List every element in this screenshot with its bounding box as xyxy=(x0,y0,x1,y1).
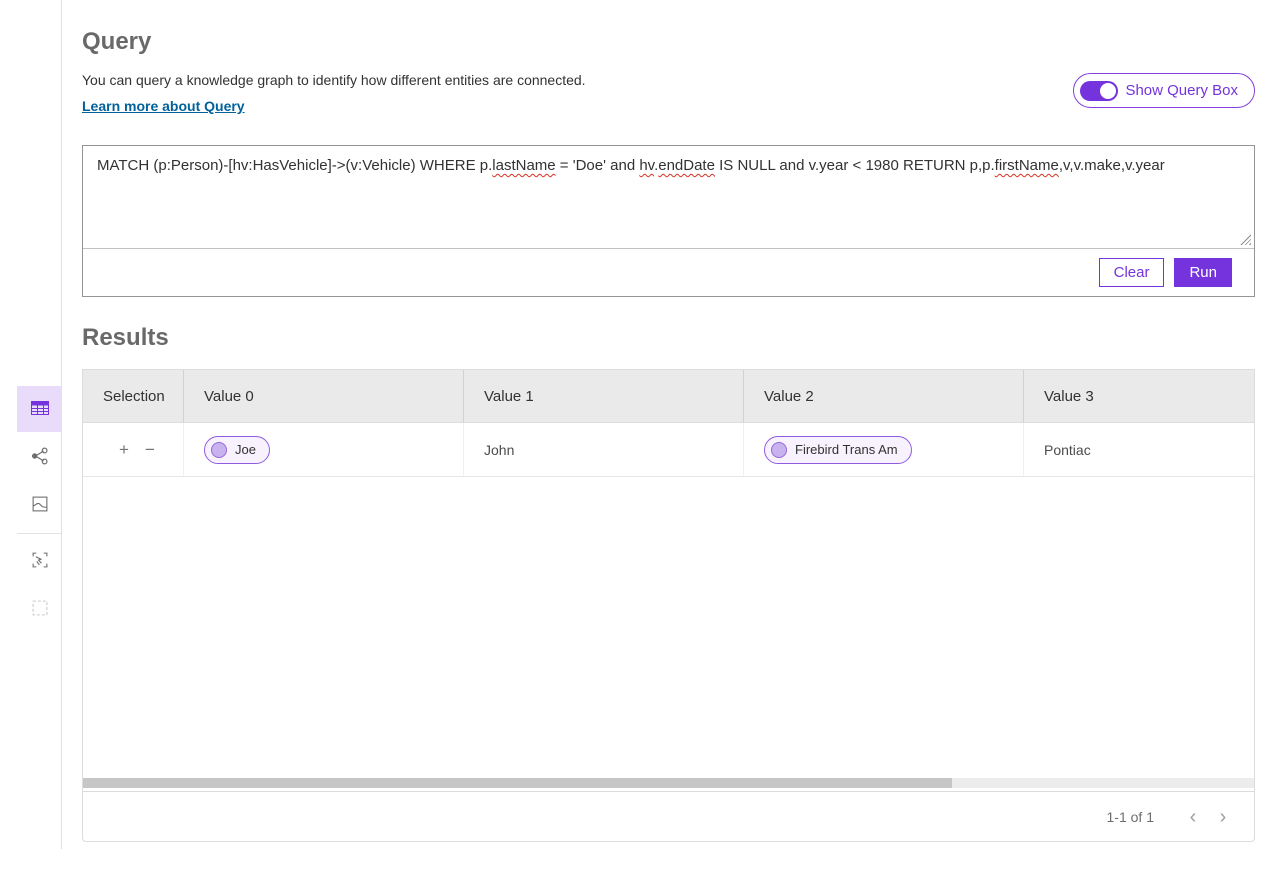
entity-chip-label: Joe xyxy=(235,442,256,457)
value3-cell: Pontiac xyxy=(1023,423,1254,476)
add-to-map-icon xyxy=(29,549,51,574)
cell-value: Pontiac xyxy=(1044,442,1091,458)
entity-dot-icon xyxy=(771,442,787,458)
query-box: MATCH (p:Person)-[hv:HasVehicle]->(v:Veh… xyxy=(82,145,1255,297)
toggle-switch-icon xyxy=(1080,81,1118,101)
value0-cell: Joe xyxy=(183,423,463,476)
map-icon xyxy=(29,493,51,518)
value1-cell: John xyxy=(463,423,743,476)
value2-cell: Firebird Trans Am xyxy=(743,423,1023,476)
entity-dot-icon xyxy=(211,442,227,458)
results-title: Results xyxy=(82,324,1255,352)
query-input[interactable]: MATCH (p:Person)-[hv:HasVehicle]->(v:Veh… xyxy=(83,146,1254,248)
column-header-selection: Selection xyxy=(83,370,183,422)
resize-grip-icon[interactable] xyxy=(1240,234,1251,245)
link-chart-icon xyxy=(29,445,51,470)
chevron-right-icon[interactable]: › xyxy=(1208,807,1238,827)
query-page: Query You can query a knowledge graph to… xyxy=(63,28,1265,842)
query-text-segment: IS NULL and v.year < 1980 RETURN p,p. xyxy=(715,157,995,174)
sidebar-item-add-to-map[interactable] xyxy=(17,538,62,584)
query-text-segment: endDate xyxy=(658,157,715,174)
entity-chip-label: Firebird Trans Am xyxy=(795,442,898,457)
horizontal-scrollbar-track[interactable] xyxy=(83,778,1254,788)
table-empty-area xyxy=(83,477,1254,778)
entity-chip-vehicle[interactable]: Firebird Trans Am xyxy=(764,436,912,464)
chevron-left-icon[interactable]: ‹ xyxy=(1178,807,1208,827)
query-text-segment: hv xyxy=(639,157,654,174)
table-row: + − Joe John Firebird Trans Am Pontiac xyxy=(83,423,1254,477)
learn-more-link[interactable]: Learn more about Query xyxy=(82,98,245,114)
toggle-label: Show Query Box xyxy=(1125,82,1238,99)
query-text-segment: firstName xyxy=(995,157,1059,174)
query-actions-bar: Clear Run xyxy=(83,248,1254,296)
query-text-segment: = 'Doe' and xyxy=(556,157,640,174)
page-title: Query xyxy=(82,28,1255,56)
dashed-square-icon xyxy=(29,597,51,622)
table-footer: 1-1 of 1 ‹ › xyxy=(83,791,1254,841)
rail-divider xyxy=(17,533,62,534)
column-header-value2: Value 2 xyxy=(743,370,1023,422)
sidebar-item-map-view[interactable] xyxy=(17,482,62,528)
remove-from-selection-button[interactable]: − xyxy=(145,441,155,458)
toggle-knob xyxy=(1100,83,1116,99)
add-to-selection-button[interactable]: + xyxy=(119,441,129,458)
view-switcher-buttons xyxy=(17,386,62,634)
query-text-segment: MATCH (p:Person)-[hv:HasVehicle]->(v:Veh… xyxy=(97,157,492,174)
pagination-range: 1-1 of 1 xyxy=(1107,809,1154,825)
horizontal-scrollbar-thumb[interactable] xyxy=(83,778,952,788)
cell-value: John xyxy=(484,442,514,458)
show-query-box-toggle[interactable]: Show Query Box xyxy=(1073,73,1255,108)
query-intro: You can query a knowledge graph to ident… xyxy=(82,72,1255,116)
sidebar-item-selection-tool[interactable] xyxy=(17,586,62,632)
query-text-segment: lastName xyxy=(492,157,555,174)
column-header-value1: Value 1 xyxy=(463,370,743,422)
run-button[interactable]: Run xyxy=(1174,258,1232,287)
query-text-segment: ,v,v.make,v.year xyxy=(1059,157,1165,174)
view-switcher-rail xyxy=(0,0,62,849)
sidebar-item-table-view[interactable] xyxy=(17,386,62,432)
clear-button[interactable]: Clear xyxy=(1099,258,1165,287)
results-table-card: Selection Value 0 Value 1 Value 2 Value … xyxy=(82,369,1255,842)
selection-cell: + − xyxy=(83,423,183,476)
column-header-value3: Value 3 xyxy=(1023,370,1254,422)
sidebar-item-link-chart-view[interactable] xyxy=(17,434,62,480)
table-icon xyxy=(28,396,52,423)
entity-chip-person[interactable]: Joe xyxy=(204,436,270,464)
column-header-value0: Value 0 xyxy=(183,370,463,422)
table-header-row: Selection Value 0 Value 1 Value 2 Value … xyxy=(83,370,1254,423)
